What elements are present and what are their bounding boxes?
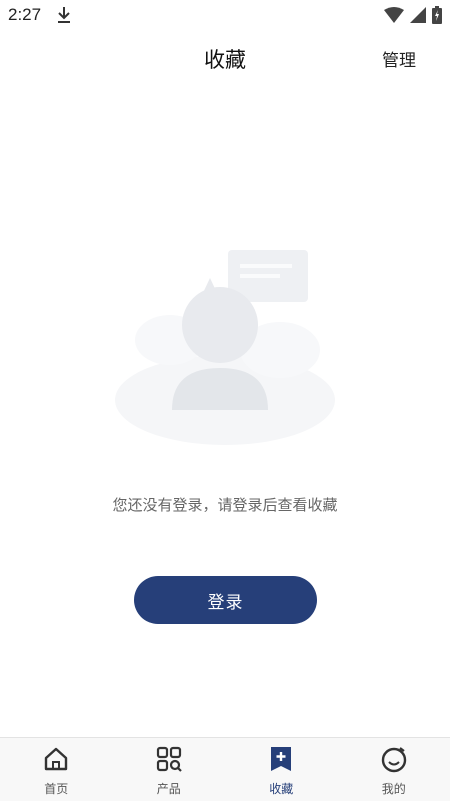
bottom-tab-bar: 首页 产品 收藏 — [0, 737, 450, 801]
wifi-icon — [384, 7, 404, 27]
tab-favorites[interactable]: 收藏 — [225, 738, 338, 801]
status-time: 2:27 — [8, 5, 41, 25]
tab-profile[interactable]: 我的 — [338, 738, 450, 801]
status-bar: 2:27 — [0, 0, 450, 32]
products-search-icon — [155, 745, 183, 777]
tab-favorites-label: 收藏 — [269, 780, 293, 797]
tab-products-label: 产品 — [157, 780, 181, 797]
header: 收藏 管理 — [0, 36, 450, 80]
signal-icon — [410, 7, 426, 27]
manage-button[interactable]: 管理 — [382, 46, 416, 71]
tab-home-label: 首页 — [44, 780, 68, 797]
favorites-bookmark-icon — [267, 745, 295, 777]
download-icon — [56, 6, 72, 28]
profile-smiley-icon — [380, 745, 408, 777]
empty-state-message: 您还没有登录，请登录后查看收藏 — [0, 494, 450, 515]
empty-state-illustration — [110, 240, 340, 464]
status-icons — [384, 6, 442, 28]
tab-products[interactable]: 产品 — [113, 738, 226, 801]
home-icon — [42, 745, 70, 777]
tab-profile-label: 我的 — [382, 780, 406, 797]
battery-icon — [432, 6, 442, 28]
tab-home[interactable]: 首页 — [0, 738, 113, 801]
login-button[interactable]: 登录 — [134, 576, 317, 624]
